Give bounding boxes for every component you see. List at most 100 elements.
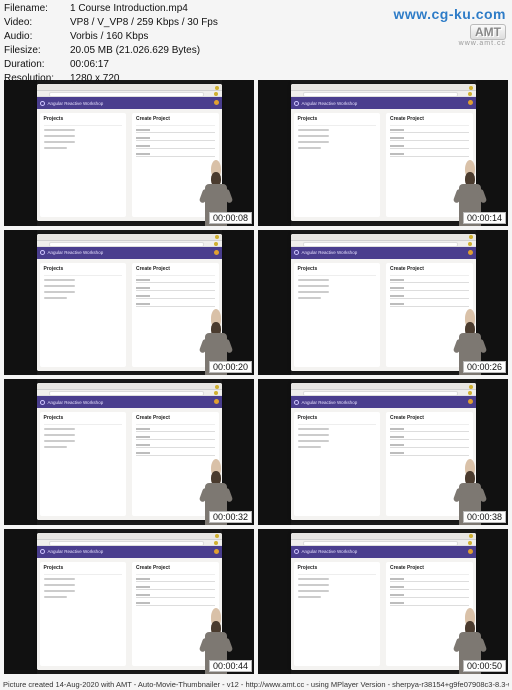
projects-heading: Projects (298, 266, 377, 272)
create-project-heading: Create Project (390, 415, 469, 421)
thumbnail[interactable]: Angular Reactive Workshop Projects Creat… (4, 379, 254, 525)
app-logo-icon (294, 549, 299, 554)
browser-window: Angular Reactive Workshop Projects Creat… (37, 383, 222, 520)
timestamp-badge: 00:00:32 (209, 511, 252, 523)
file-metadata: Filename:1 Course Introduction.mp4 Video… (4, 2, 218, 86)
duration-value: 00:06:17 (70, 58, 109, 72)
app-logo-icon (40, 400, 45, 405)
browser-tab-bar (37, 533, 222, 540)
app-title: Angular Reactive Workshop (302, 549, 358, 554)
letterbox-left (258, 230, 291, 376)
app-title: Angular Reactive Workshop (48, 400, 104, 405)
projects-heading: Projects (298, 565, 377, 571)
app-content: Projects Create Project (37, 558, 222, 670)
browser-tab-bar (291, 84, 476, 91)
create-project-heading: Create Project (136, 266, 215, 272)
resolution-value: 1280 x 720 (70, 72, 120, 86)
browser-window: Angular Reactive Workshop Projects Creat… (291, 533, 476, 670)
header-avatar-icon (468, 250, 473, 255)
browser-tab-bar (37, 383, 222, 390)
duration-label: Duration: (4, 58, 70, 72)
timestamp-badge: 00:00:38 (463, 511, 506, 523)
thumbnail[interactable]: Angular Reactive Workshop Projects Creat… (258, 529, 508, 675)
app-header: Angular Reactive Workshop (37, 247, 222, 259)
letterbox-left (258, 529, 291, 675)
app-content: Projects Create Project (37, 109, 222, 221)
thumbnail[interactable]: Angular Reactive Workshop Projects Creat… (4, 529, 254, 675)
app-logo-icon (40, 549, 45, 554)
thumbnail[interactable]: Angular Reactive Workshop Projects Creat… (4, 80, 254, 226)
thumbnail[interactable]: Angular Reactive Workshop Projects Creat… (258, 379, 508, 525)
browser-window: Angular Reactive Workshop Projects Creat… (291, 84, 476, 221)
projects-panel: Projects (294, 263, 381, 367)
header-avatar-icon (214, 100, 219, 105)
header-avatar-icon (468, 100, 473, 105)
footer-credits: Picture created 14-Aug-2020 with AMT - A… (3, 680, 509, 689)
browser-window: Angular Reactive Workshop Projects Creat… (37, 84, 222, 221)
timestamp-badge: 00:00:44 (209, 660, 252, 672)
watermark-url: www.cg-ku.com (393, 6, 506, 22)
app-content: Projects Create Project (291, 408, 476, 520)
create-project-heading: Create Project (136, 565, 215, 571)
timestamp-badge: 00:00:50 (463, 660, 506, 672)
letterbox-left (258, 379, 291, 525)
browser-tab-bar (291, 234, 476, 241)
app-title: Angular Reactive Workshop (48, 549, 104, 554)
watermark-logo-sub: www.amt.cc (393, 40, 506, 47)
filesize-label: Filesize: (4, 44, 70, 58)
thumbnail[interactable]: Angular Reactive Workshop Projects Creat… (258, 80, 508, 226)
projects-heading: Projects (44, 565, 123, 571)
app-title: Angular Reactive Workshop (302, 101, 358, 106)
projects-panel: Projects (294, 113, 381, 217)
projects-heading: Projects (44, 415, 123, 421)
browser-window: Angular Reactive Workshop Projects Creat… (37, 533, 222, 670)
projects-panel: Projects (40, 412, 127, 516)
letterbox-left (4, 230, 37, 376)
app-header: Angular Reactive Workshop (37, 546, 222, 558)
audio-value: Vorbis / 160 Kbps (70, 30, 148, 44)
projects-panel: Projects (40, 263, 127, 367)
timestamp-badge: 00:00:26 (463, 361, 506, 373)
app-header: Angular Reactive Workshop (291, 97, 476, 109)
header-avatar-icon (214, 399, 219, 404)
app-content: Projects Create Project (37, 259, 222, 371)
resolution-label: Resolution: (4, 72, 70, 86)
app-header: Angular Reactive Workshop (37, 97, 222, 109)
header-avatar-icon (214, 250, 219, 255)
app-logo-icon (294, 250, 299, 255)
letterbox-left (4, 379, 37, 525)
app-header: Angular Reactive Workshop (291, 546, 476, 558)
app-logo-icon (40, 101, 45, 106)
filename-value: 1 Course Introduction.mp4 (70, 2, 188, 16)
header-avatar-icon (468, 549, 473, 554)
app-content: Projects Create Project (291, 109, 476, 221)
filename-label: Filename: (4, 2, 70, 16)
timestamp-badge: 00:00:14 (463, 212, 506, 224)
audio-label: Audio: (4, 30, 70, 44)
browser-window: Angular Reactive Workshop Projects Creat… (291, 383, 476, 520)
projects-heading: Projects (298, 116, 377, 122)
projects-panel: Projects (40, 562, 127, 666)
app-title: Angular Reactive Workshop (302, 400, 358, 405)
thumbnail[interactable]: Angular Reactive Workshop Projects Creat… (4, 230, 254, 376)
app-content: Projects Create Project (37, 408, 222, 520)
app-title: Angular Reactive Workshop (48, 101, 104, 106)
projects-heading: Projects (298, 415, 377, 421)
video-label: Video: (4, 16, 70, 30)
projects-panel: Projects (40, 113, 127, 217)
projects-heading: Projects (44, 266, 123, 272)
app-content: Projects Create Project (291, 259, 476, 371)
timestamp-badge: 00:00:08 (209, 212, 252, 224)
browser-tab-bar (37, 234, 222, 241)
letterbox-left (258, 80, 291, 226)
header-avatar-icon (468, 399, 473, 404)
browser-tab-bar (291, 383, 476, 390)
header-avatar-icon (214, 549, 219, 554)
projects-panel: Projects (294, 562, 381, 666)
app-header: Angular Reactive Workshop (291, 247, 476, 259)
browser-window: Angular Reactive Workshop Projects Creat… (291, 234, 476, 371)
create-project-heading: Create Project (136, 116, 215, 122)
app-logo-icon (40, 250, 45, 255)
app-logo-icon (294, 101, 299, 106)
thumbnail[interactable]: Angular Reactive Workshop Projects Creat… (258, 230, 508, 376)
